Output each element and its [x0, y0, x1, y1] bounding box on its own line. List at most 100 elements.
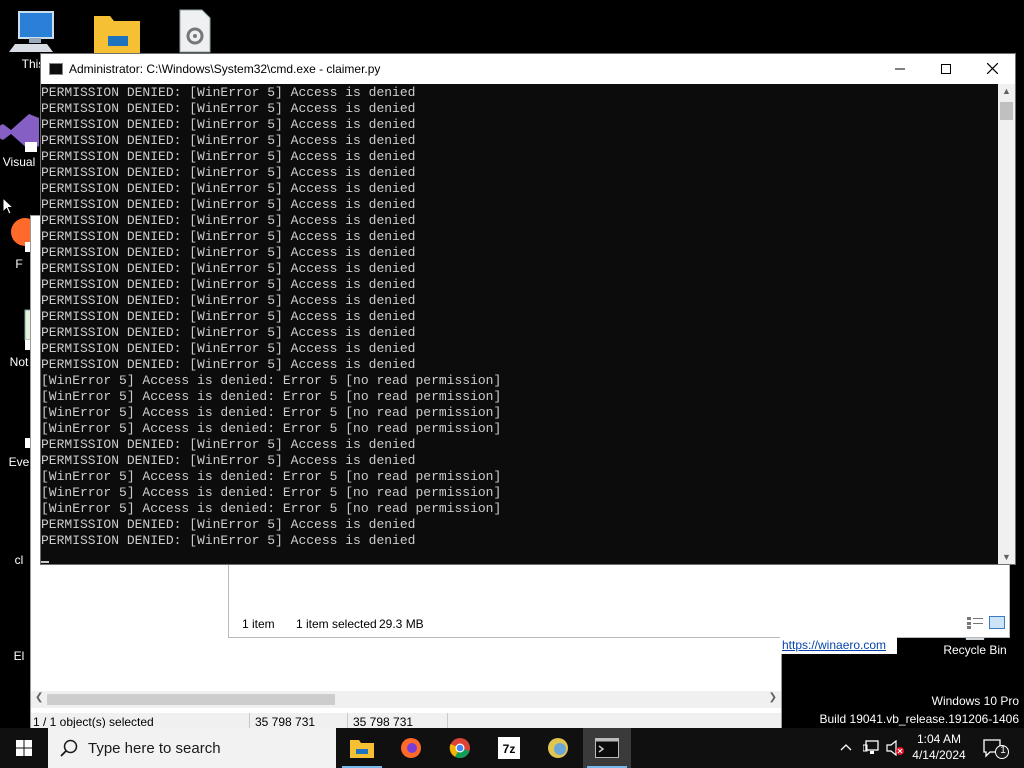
- app-icon: [548, 738, 568, 758]
- taskbar-firefox[interactable]: [387, 728, 435, 768]
- console-line: PERMISSION DENIED: [WinError 5] Access i…: [41, 309, 416, 324]
- chrome-icon: [449, 738, 470, 759]
- computer-icon: [9, 11, 54, 52]
- console-line: PERMISSION DENIED: [WinError 5] Access i…: [41, 341, 416, 356]
- large-icons-view-icon[interactable]: [989, 616, 1005, 629]
- scroll-left-icon[interactable]: ❮: [35, 692, 43, 703]
- status-size: 29.3 MB: [379, 617, 424, 631]
- file-explorer-icon: [350, 740, 374, 758]
- console-line: [WinError 5] Access is denied: Error 5 […: [41, 501, 502, 516]
- console-line: PERMISSION DENIED: [WinError 5] Access i…: [41, 517, 416, 532]
- winaero-link[interactable]: https://winaero.com: [780, 637, 897, 654]
- vertical-scrollbar[interactable]: ▲ ▼: [998, 84, 1015, 564]
- console-line: PERMISSION DENIED: [WinError 5] Access i…: [41, 149, 416, 164]
- clock-time: 1:04 AM: [916, 732, 962, 746]
- console-line: PERMISSION DENIED: [WinError 5] Access i…: [41, 357, 416, 372]
- status-item-count: 1 item: [242, 617, 275, 631]
- notification-count: 1: [1000, 745, 1006, 756]
- notification-center-button[interactable]: 1: [976, 728, 1024, 768]
- close-icon: [986, 62, 998, 75]
- firefox-icon: [401, 738, 421, 758]
- status-selected: 1 / 1 object(s) selected: [33, 715, 154, 728]
- explorer-status-bar: 1 item 1 item selected 29.3 MB: [229, 611, 1009, 637]
- cmd-titlebar[interactable]: Administrator: C:\Windows\System32\cmd.e…: [41, 54, 1015, 84]
- console-line: PERMISSION DENIED: [WinError 5] Access i…: [41, 229, 416, 244]
- scroll-down-icon[interactable]: ▼: [998, 552, 1015, 562]
- console-line: [WinError 5] Access is denied: Error 5 […: [41, 389, 502, 404]
- console-line: PERMISSION DENIED: [WinError 5] Access i…: [41, 117, 416, 132]
- clock-date: 4/14/2024: [912, 748, 966, 762]
- visual-studio-icon: [0, 114, 39, 152]
- recycle-bin-label: Recycle Bin: [943, 643, 1007, 657]
- system-tray: [836, 728, 906, 768]
- scroll-right-icon[interactable]: ❯: [769, 692, 777, 703]
- console-cursor: [41, 561, 49, 563]
- show-hidden-icons-icon[interactable]: [840, 743, 852, 751]
- status-size: 35 798 731: [353, 715, 414, 728]
- windows-edition: Windows 10 Pro: [931, 694, 1019, 708]
- minimize-button[interactable]: [877, 54, 923, 84]
- console-line: PERMISSION DENIED: [WinError 5] Access i…: [41, 101, 416, 116]
- notification-icon: [983, 739, 1009, 759]
- console-line: [WinError 5] Access is denied: Error 5 […: [41, 485, 502, 500]
- console-line: PERMISSION DENIED: [WinError 5] Access i…: [41, 277, 416, 292]
- search-placeholder: Type here to search: [88, 740, 221, 757]
- taskbar: Type here to search 7z 1:04 AM 4/14/2024…: [0, 728, 1024, 768]
- console-line: PERMISSION DENIED: [WinError 5] Access i…: [41, 133, 416, 148]
- console-line: PERMISSION DENIED: [WinError 5] Access i…: [41, 181, 416, 196]
- console-line: PERMISSION DENIED: [WinError 5] Access i…: [41, 533, 416, 548]
- start-button[interactable]: [0, 728, 48, 768]
- desktop-icon-folder[interactable]: [80, 8, 154, 57]
- scrollbar-thumb[interactable]: [47, 694, 335, 705]
- console-output[interactable]: PERMISSION DENIED: [WinError 5] Access i…: [41, 84, 999, 564]
- status-selected: 1 item selected: [296, 617, 377, 631]
- taskbar-clock[interactable]: 1:04 AM 4/14/2024: [906, 731, 972, 763]
- volume-muted-icon[interactable]: [886, 740, 904, 756]
- windows-build: Build 19041.vb_release.191206-1406: [819, 712, 1020, 726]
- console-line: PERMISSION DENIED: [WinError 5] Access i…: [41, 293, 416, 308]
- taskbar-chrome[interactable]: [436, 728, 484, 768]
- gear-file-icon: [179, 9, 211, 53]
- console-line: PERMISSION DENIED: [WinError 5] Access i…: [41, 85, 416, 100]
- svg-text:7z: 7z: [503, 742, 516, 756]
- cmd-window[interactable]: Administrator: C:\Windows\System32\cmd.e…: [40, 53, 1016, 565]
- console-line: [WinError 5] Access is denied: Error 5 […: [41, 421, 502, 436]
- minimize-icon: [895, 68, 905, 70]
- status-bar: 1 / 1 object(s) selected 35 798 731 35 7…: [31, 713, 781, 728]
- folder-icon: [94, 16, 140, 54]
- maximize-button[interactable]: [923, 54, 969, 84]
- taskbar-search-box[interactable]: Type here to search: [48, 728, 336, 768]
- horizontal-scrollbar[interactable]: ❮ ❯: [31, 691, 781, 708]
- console-line: PERMISSION DENIED: [WinError 5] Access i…: [41, 437, 416, 452]
- window-title: Administrator: C:\Windows\System32\cmd.e…: [69, 62, 381, 76]
- console-line: PERMISSION DENIED: [WinError 5] Access i…: [41, 245, 416, 260]
- taskbar-app[interactable]: [534, 728, 582, 768]
- taskbar-7zip[interactable]: 7z: [485, 728, 533, 768]
- mouse-cursor-icon: [2, 197, 14, 215]
- console-line: [WinError 5] Access is denied: Error 5 […: [41, 405, 502, 420]
- taskbar-file-explorer[interactable]: [338, 728, 386, 768]
- maximize-icon: [941, 64, 951, 74]
- windows-logo-icon: [16, 740, 32, 756]
- console-line: PERMISSION DENIED: [WinError 5] Access i…: [41, 453, 416, 468]
- taskbar-cmd[interactable]: [583, 728, 631, 768]
- console-line: PERMISSION DENIED: [WinError 5] Access i…: [41, 213, 416, 228]
- scrollbar-thumb[interactable]: [1000, 102, 1013, 120]
- details-view-icon[interactable]: [967, 617, 983, 629]
- network-icon[interactable]: [863, 740, 881, 756]
- search-icon: [60, 739, 78, 757]
- status-size: 35 798 731: [255, 715, 316, 728]
- console-line: PERMISSION DENIED: [WinError 5] Access i…: [41, 261, 416, 276]
- console-line: [WinError 5] Access is denied: Error 5 […: [41, 469, 502, 484]
- console-line: PERMISSION DENIED: [WinError 5] Access i…: [41, 165, 416, 180]
- close-button[interactable]: [969, 54, 1015, 84]
- cmd-app-icon: [49, 63, 63, 75]
- console-line: PERMISSION DENIED: [WinError 5] Access i…: [41, 197, 416, 212]
- 7zip-icon: 7z: [498, 737, 520, 759]
- desktop-icon-settings-file[interactable]: [158, 8, 232, 57]
- cmd-icon: [595, 738, 619, 758]
- desktop: This Visual F Not Eve cl El Recycle Bin …: [0, 0, 1024, 728]
- console-line: PERMISSION DENIED: [WinError 5] Access i…: [41, 325, 416, 340]
- console-line: [WinError 5] Access is denied: Error 5 […: [41, 373, 502, 388]
- scroll-up-icon[interactable]: ▲: [998, 86, 1015, 96]
